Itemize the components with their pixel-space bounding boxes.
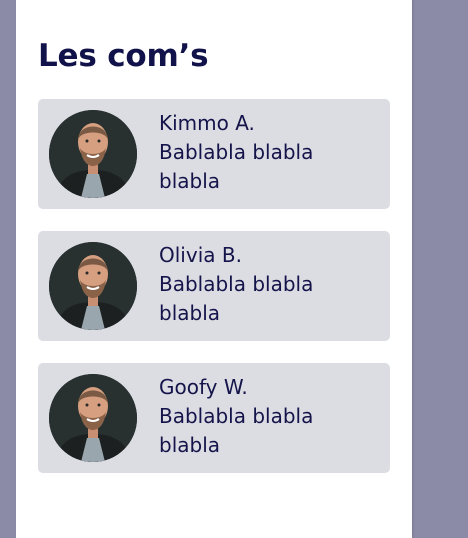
comment-card: Kimmo A. Bablabla blabla blabla [38,99,390,209]
comment-list: Kimmo A. Bablabla blabla blabla Olivia B… [38,99,390,495]
avatar [49,374,137,462]
comment-text-block: Olivia B. Bablabla blabla blabla [159,241,379,328]
comment-text-block: Kimmo A. Bablabla blabla blabla [159,109,379,196]
comment-card: Olivia B. Bablabla blabla blabla [38,231,390,341]
avatar [49,242,137,330]
comment-author: Kimmo A. [159,111,255,135]
comment-body: Bablabla blabla blabla [159,140,314,193]
comment-body: Bablabla blabla blabla [159,404,314,457]
page-title: Les com’s [38,38,209,74]
avatar-photo [49,110,137,198]
comment-author: Goofy W. [159,375,248,399]
comment-author: Olivia B. [159,243,242,267]
comments-panel: Les com’s Kimmo A. Bablabla blabla blabl… [16,0,412,538]
comment-card: Goofy W. Bablabla blabla blabla [38,363,390,473]
avatar-photo [49,374,137,462]
avatar [49,110,137,198]
avatar-photo [49,242,137,330]
comment-text-block: Goofy W. Bablabla blabla blabla [159,373,379,460]
comment-body: Bablabla blabla blabla [159,272,314,325]
